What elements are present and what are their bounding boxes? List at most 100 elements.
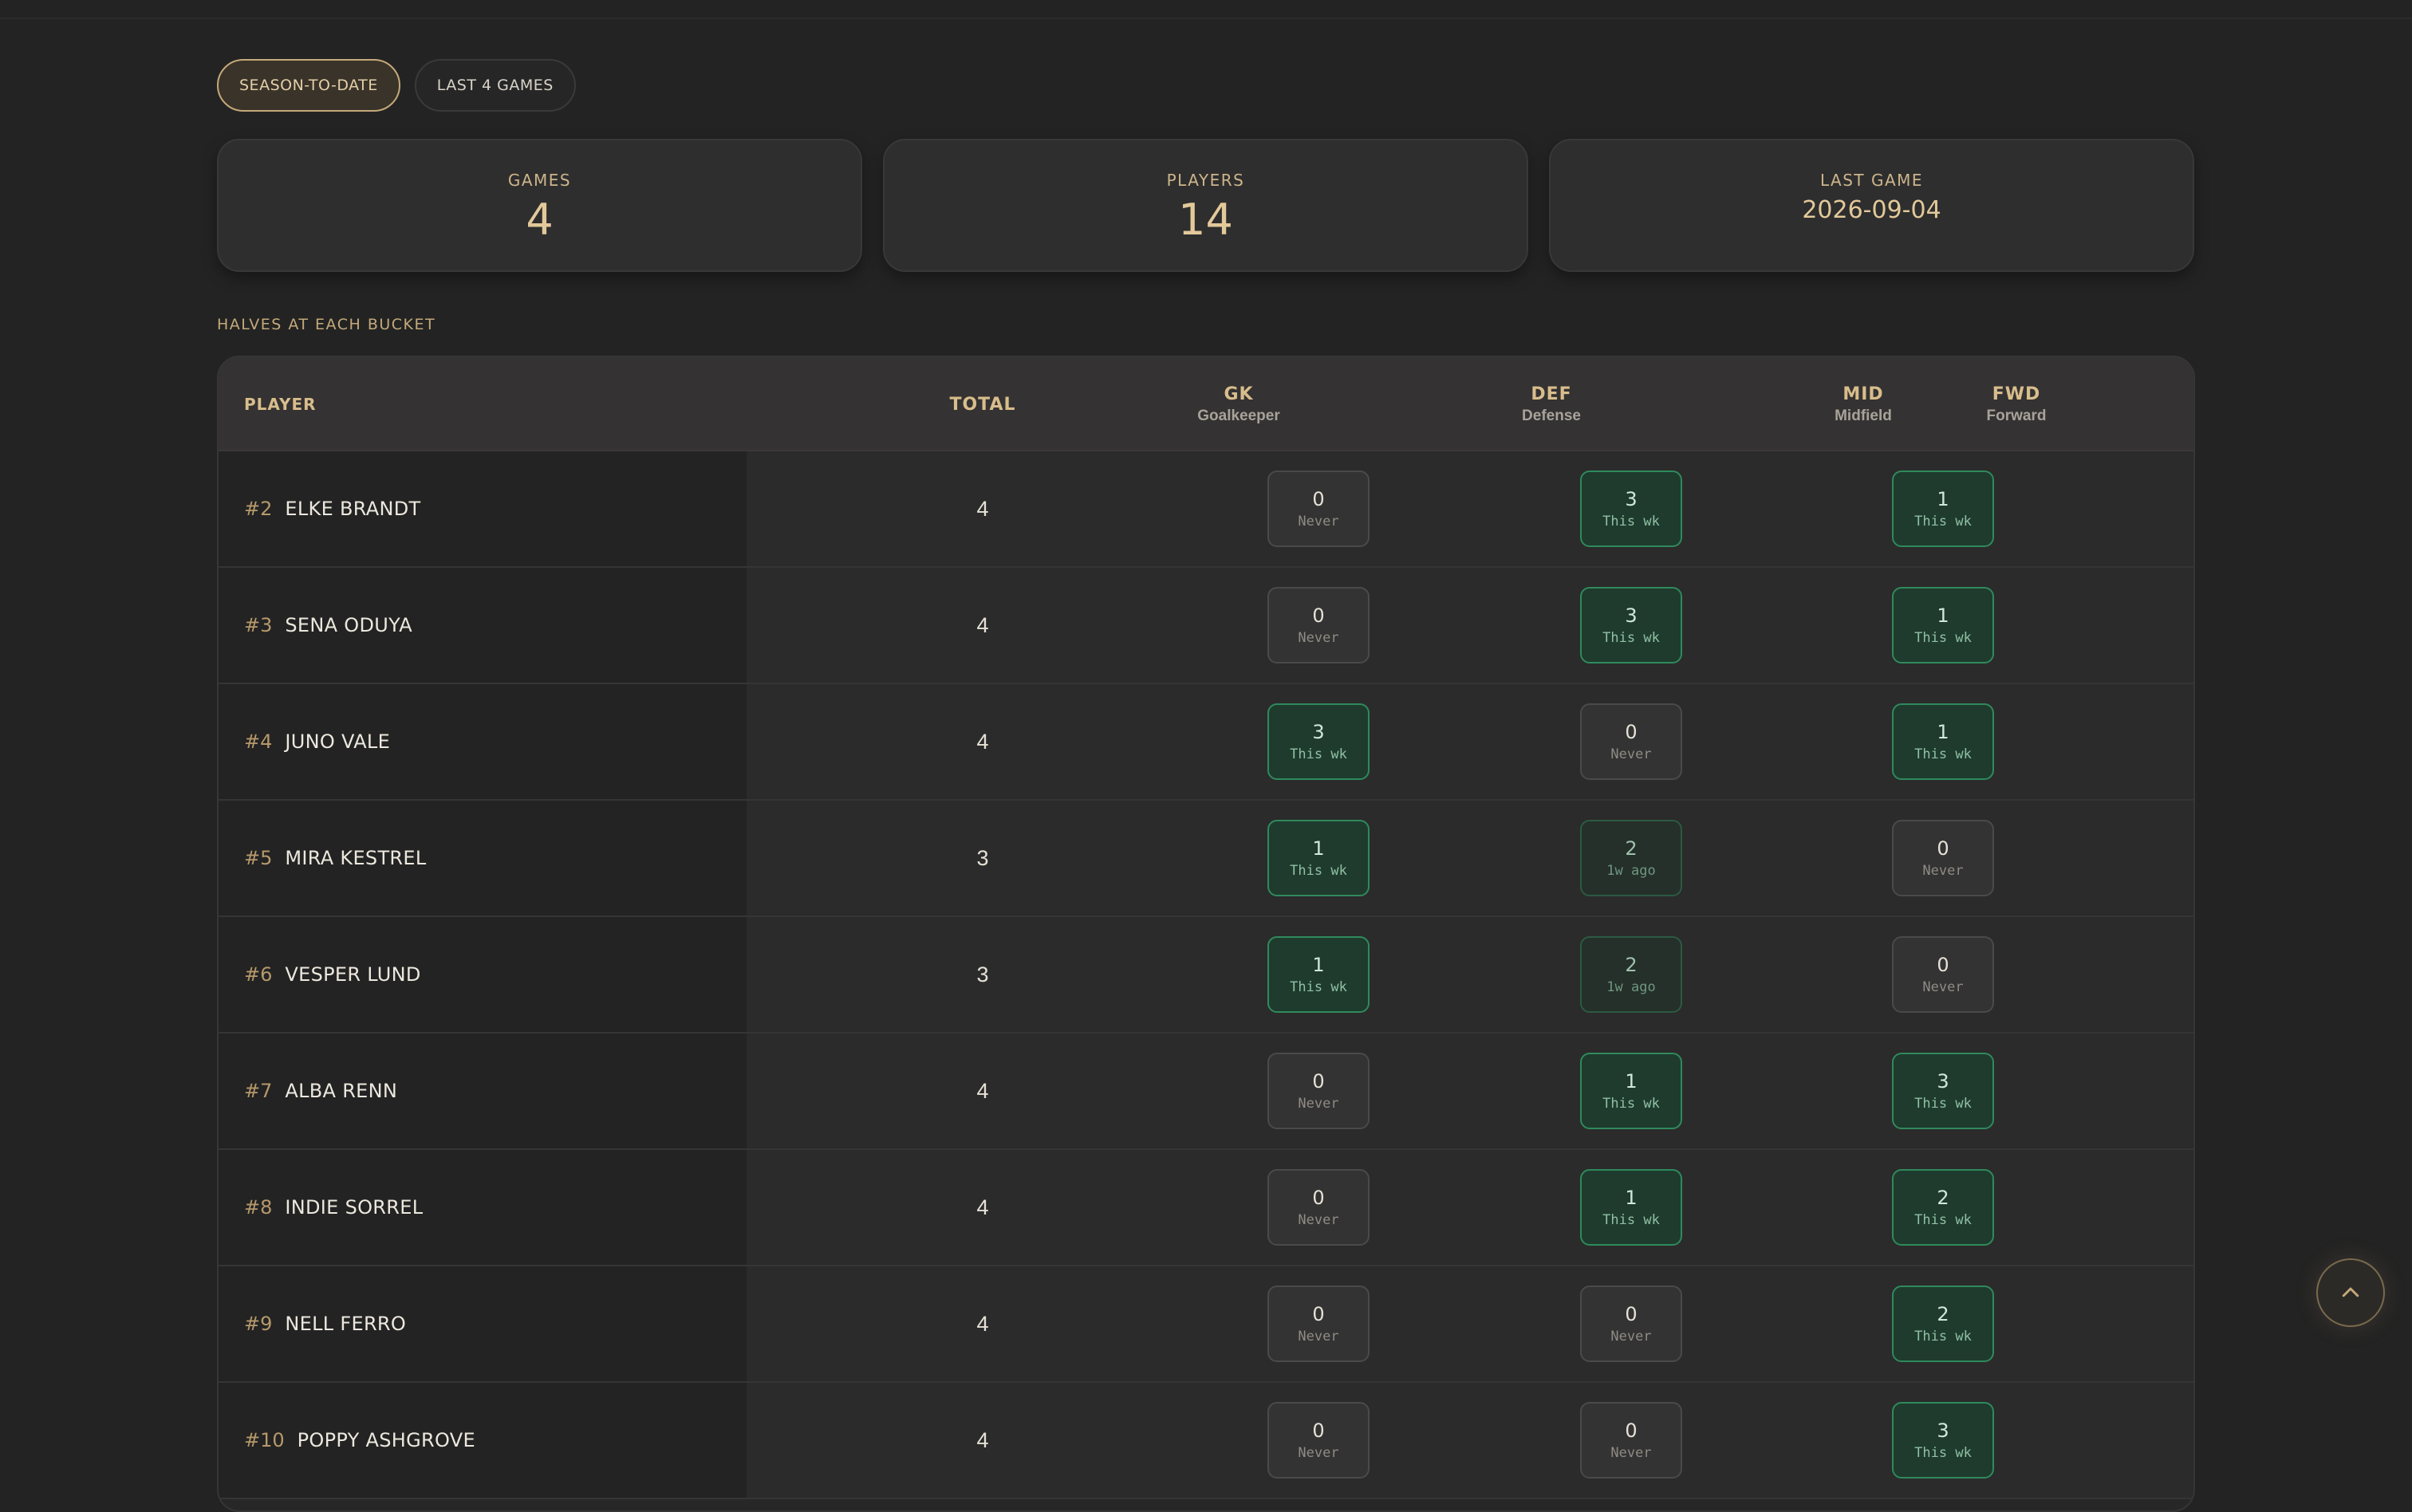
gk-halves-badge: 0 Never	[1267, 587, 1370, 663]
last-played: This wk	[1290, 979, 1347, 995]
halves-table: PLAYER TOTAL GK Goalkeeper DEF Defense M…	[217, 356, 2195, 1512]
table-row[interactable]: #2ELKE BRANDT40Never3This wk1This wk0Nev…	[219, 451, 2193, 568]
player-number: #2	[244, 498, 273, 520]
def-halves-badge: 3 This wk	[1580, 587, 1682, 663]
def-halves-badge: 1 This wk	[1580, 1169, 1682, 1246]
scroll-to-top-button[interactable]	[2316, 1258, 2385, 1327]
halves-count: 2	[1937, 1187, 1949, 1209]
halves-count: 3	[1937, 1419, 1949, 1442]
player-name: ALBA RENN	[285, 1080, 398, 1102]
filter-season-to-date[interactable]: SEASON-TO-DATE	[217, 59, 400, 112]
halves-count: 0	[1312, 1419, 1325, 1442]
player-number: #7	[244, 1080, 273, 1102]
mid-halves-badge: 1 This wk	[1892, 587, 1994, 663]
def-halves-badge: 2 1w ago	[1580, 936, 1682, 1013]
table-row[interactable]: #10POPPY ASHGROVE40Never0Never3This wk1T…	[219, 1383, 2193, 1499]
range-filter: SEASON-TO-DATE LAST 4 GAMES	[217, 59, 2195, 112]
total-halves: 4	[976, 1195, 989, 1219]
header-def[interactable]: DEF Defense	[1472, 357, 1631, 451]
table-row[interactable]: #3SENA ODUYA40Never3This wk1This wk0Neve…	[219, 568, 2193, 684]
last-played: 1w ago	[1606, 863, 1656, 879]
last-played: This wk	[1914, 1445, 1972, 1461]
last-played: Never	[1610, 1445, 1652, 1461]
halves-count: 0	[1312, 488, 1325, 510]
top-divider	[0, 18, 2412, 19]
header-fwd[interactable]: FWD Forward	[1937, 357, 2096, 451]
last-played: Never	[1610, 1329, 1652, 1345]
last-played: Never	[1922, 863, 1964, 879]
last-game-value: 2026-09-04	[1802, 196, 1941, 224]
header-gk-full: Goalkeeper	[1197, 407, 1280, 424]
player-number: #6	[244, 963, 273, 986]
def-halves-badge: 0 Never	[1580, 1402, 1682, 1479]
halves-count: 1	[1937, 488, 1949, 510]
player-cell: #8 INDIE SORREL	[219, 1150, 747, 1265]
games-label: GAMES	[507, 171, 572, 190]
header-gk[interactable]: GK Goalkeeper	[1159, 357, 1318, 451]
player-cell: #2 ELKE BRANDT	[219, 451, 747, 566]
players-label: PLAYERS	[1166, 171, 1245, 190]
halves-count: 1	[1312, 837, 1325, 860]
player-cell: #6 VESPER LUND	[219, 917, 747, 1032]
header-total[interactable]: TOTAL	[903, 357, 1062, 451]
player-number: #4	[244, 730, 273, 753]
def-halves-badge: 0 Never	[1580, 703, 1682, 780]
player-number: #5	[244, 847, 273, 869]
total-halves: 4	[976, 1078, 989, 1103]
mid-halves-badge: 2 This wk	[1892, 1169, 1994, 1246]
total-halves: 4	[976, 1311, 989, 1336]
player-cell: #9 NELL FERRO	[219, 1266, 747, 1381]
player-cell: #10 POPPY ASHGROVE	[219, 1383, 747, 1498]
header-mid[interactable]: MID Midfield	[1783, 357, 1943, 451]
halves-count: 0	[1625, 721, 1638, 743]
header-mid-full: Midfield	[1835, 407, 1892, 424]
games-card: GAMES 4	[217, 139, 862, 272]
table-row[interactable]: #7ALBA RENN40Never1This wk3This wk0Never	[219, 1034, 2193, 1150]
table-header: PLAYER TOTAL GK Goalkeeper DEF Defense M…	[219, 357, 2193, 451]
last-played: Never	[1610, 746, 1652, 762]
stats-page: SEASON-TO-DATE LAST 4 GAMES GAMES 4 PLAY…	[217, 59, 2195, 1512]
def-halves-badge: 1 This wk	[1580, 1053, 1682, 1129]
table-row[interactable]: #6 VESPER LUND 3 1 This wk 2 1w ago 0 Never0 Neve…	[219, 917, 2193, 1034]
table-row[interactable]: #5 MIRA KESTREL 3 1 This wk 2 1w ago 0 Never0 Nev…	[219, 801, 2193, 917]
mid-halves-badge: 2 This wk	[1892, 1286, 1994, 1362]
filter-last-4-games[interactable]: LAST 4 GAMES	[414, 59, 576, 112]
total-halves: 4	[976, 612, 989, 637]
halves-count: 2	[1937, 1303, 1949, 1325]
halves-count: 2	[1625, 954, 1638, 976]
table-row[interactable]: #4 JUNO VALE 4 3 This wk 0 Never 1 This wk 0 Never	[219, 684, 2193, 801]
player-name: INDIE SORREL	[285, 1196, 424, 1219]
halves-count: 0	[1312, 604, 1325, 627]
players-value: 14	[1178, 195, 1233, 245]
gk-halves-badge: 1 This wk	[1267, 820, 1370, 896]
halves-count: 3	[1625, 604, 1638, 627]
gk-halves-badge: 0 Never	[1267, 1053, 1370, 1129]
player-number: #10	[244, 1429, 285, 1451]
mid-halves-badge: 1 This wk	[1892, 703, 1994, 780]
player-number: #3	[244, 614, 273, 636]
section-title: HALVES AT EACH BUCKET	[217, 316, 436, 333]
player-cell: #4 JUNO VALE	[219, 684, 747, 799]
last-played: Never	[1298, 630, 1339, 646]
halves-count: 0	[1312, 1303, 1325, 1325]
total-halves: 3	[976, 845, 989, 870]
def-halves-badge: 3 This wk	[1580, 471, 1682, 547]
last-game-label: LAST GAME	[1819, 171, 1924, 190]
gk-halves-badge: 1 This wk	[1267, 936, 1370, 1013]
table-row[interactable]: #9NELL FERRO40Never0Never2This wk2This w…	[219, 1266, 2193, 1383]
halves-count: 1	[1312, 954, 1325, 976]
halves-count: 0	[1312, 1187, 1325, 1209]
header-player[interactable]: PLAYER	[244, 357, 317, 451]
halves-count: 0	[1625, 1419, 1638, 1442]
last-played: This wk	[1914, 630, 1972, 646]
summary-cards: GAMES 4 PLAYERS 14 LAST GAME 2026-09-04	[217, 139, 2195, 272]
player-name: SENA ODUYA	[285, 614, 412, 636]
gk-halves-badge: 0 Never	[1267, 471, 1370, 547]
gk-halves-badge: 3 This wk	[1267, 703, 1370, 780]
last-played: Never	[1298, 1445, 1339, 1461]
header-fwd-abbr: FWD	[1992, 384, 2041, 404]
last-played: This wk	[1914, 514, 1972, 530]
table-row[interactable]: #8INDIE SORREL40Never1This wk2This wk11w…	[219, 1150, 2193, 1266]
halves-count: 1	[1625, 1187, 1638, 1209]
player-name: MIRA KESTREL	[285, 847, 427, 869]
